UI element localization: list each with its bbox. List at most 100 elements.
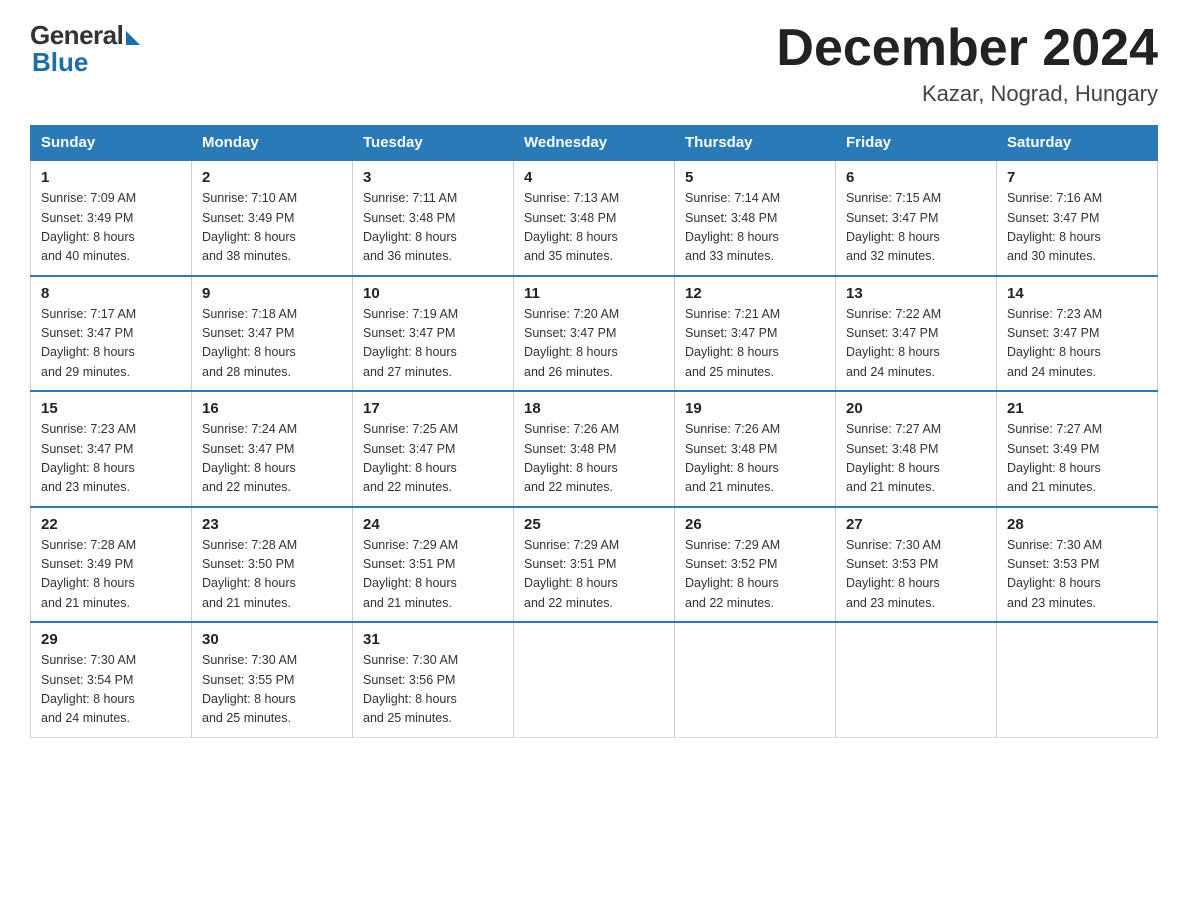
calendar-cell: 13 Sunrise: 7:22 AMSunset: 3:47 PMDayligh… (836, 276, 997, 392)
day-number: 23 (202, 516, 342, 533)
day-number: 7 (1007, 169, 1147, 186)
day-info: Sunrise: 7:26 AMSunset: 3:48 PMDaylight:… (524, 420, 664, 498)
day-number: 12 (685, 285, 825, 302)
weekday-header-saturday: Saturday (997, 126, 1158, 161)
day-info: Sunrise: 7:16 AMSunset: 3:47 PMDaylight:… (1007, 189, 1147, 267)
day-info: Sunrise: 7:23 AMSunset: 3:47 PMDaylight:… (41, 420, 181, 498)
weekday-header-row: SundayMondayTuesdayWednesdayThursdayFrid… (31, 126, 1158, 161)
day-number: 5 (685, 169, 825, 186)
day-info: Sunrise: 7:24 AMSunset: 3:47 PMDaylight:… (202, 420, 342, 498)
calendar-header: SundayMondayTuesdayWednesdayThursdayFrid… (31, 126, 1158, 161)
day-info: Sunrise: 7:23 AMSunset: 3:47 PMDaylight:… (1007, 305, 1147, 383)
day-number: 8 (41, 285, 181, 302)
calendar-cell: 23 Sunrise: 7:28 AMSunset: 3:50 PMDayligh… (192, 507, 353, 623)
day-number: 11 (524, 285, 664, 302)
day-number: 9 (202, 285, 342, 302)
day-number: 16 (202, 400, 342, 417)
day-number: 13 (846, 285, 986, 302)
day-info: Sunrise: 7:09 AMSunset: 3:49 PMDaylight:… (41, 189, 181, 267)
day-info: Sunrise: 7:30 AMSunset: 3:53 PMDaylight:… (846, 536, 986, 614)
day-info: Sunrise: 7:27 AMSunset: 3:48 PMDaylight:… (846, 420, 986, 498)
day-number: 3 (363, 169, 503, 186)
calendar-week-row: 15 Sunrise: 7:23 AMSunset: 3:47 PMDayligh… (31, 391, 1158, 507)
day-number: 28 (1007, 516, 1147, 533)
weekday-header-monday: Monday (192, 126, 353, 161)
calendar-cell: 3 Sunrise: 7:11 AMSunset: 3:48 PMDaylight… (353, 160, 514, 276)
logo-triangle-icon (126, 31, 140, 45)
calendar-cell: 11 Sunrise: 7:20 AMSunset: 3:47 PMDayligh… (514, 276, 675, 392)
calendar-table: SundayMondayTuesdayWednesdayThursdayFrid… (30, 125, 1158, 738)
day-info: Sunrise: 7:28 AMSunset: 3:49 PMDaylight:… (41, 536, 181, 614)
day-info: Sunrise: 7:15 AMSunset: 3:47 PMDaylight:… (846, 189, 986, 267)
calendar-week-row: 22 Sunrise: 7:28 AMSunset: 3:49 PMDayligh… (31, 507, 1158, 623)
weekday-header-tuesday: Tuesday (353, 126, 514, 161)
weekday-header-friday: Friday (836, 126, 997, 161)
day-info: Sunrise: 7:29 AMSunset: 3:51 PMDaylight:… (524, 536, 664, 614)
day-number: 14 (1007, 285, 1147, 302)
day-info: Sunrise: 7:20 AMSunset: 3:47 PMDaylight:… (524, 305, 664, 383)
calendar-cell: 6Sunrise: 7:15 AMSunset: 3:47 PMDaylight… (836, 160, 997, 276)
calendar-cell: 14 Sunrise: 7:23 AMSunset: 3:47 PMDayligh… (997, 276, 1158, 392)
day-info: Sunrise: 7:25 AMSunset: 3:47 PMDaylight:… (363, 420, 503, 498)
day-number: 25 (524, 516, 664, 533)
day-number: 24 (363, 516, 503, 533)
day-info: Sunrise: 7:13 AMSunset: 3:48 PMDaylight:… (524, 189, 664, 267)
weekday-header-wednesday: Wednesday (514, 126, 675, 161)
calendar-cell: 25 Sunrise: 7:29 AMSunset: 3:51 PMDayligh… (514, 507, 675, 623)
day-info: Sunrise: 7:27 AMSunset: 3:49 PMDaylight:… (1007, 420, 1147, 498)
calendar-cell: 21 Sunrise: 7:27 AMSunset: 3:49 PMDayligh… (997, 391, 1158, 507)
calendar-cell: 12 Sunrise: 7:21 AMSunset: 3:47 PMDayligh… (675, 276, 836, 392)
calendar-cell (514, 622, 675, 737)
calendar-cell: 27 Sunrise: 7:30 AMSunset: 3:53 PMDayligh… (836, 507, 997, 623)
day-number: 19 (685, 400, 825, 417)
day-number: 1 (41, 169, 181, 186)
calendar-cell: 18 Sunrise: 7:26 AMSunset: 3:48 PMDayligh… (514, 391, 675, 507)
calendar-body: 1 Sunrise: 7:09 AMSunset: 3:49 PMDaylight… (31, 160, 1158, 737)
calendar-cell: 28 Sunrise: 7:30 AMSunset: 3:53 PMDayligh… (997, 507, 1158, 623)
day-number: 21 (1007, 400, 1147, 417)
calendar-cell: 22 Sunrise: 7:28 AMSunset: 3:49 PMDayligh… (31, 507, 192, 623)
calendar-cell: 8 Sunrise: 7:17 AMSunset: 3:47 PMDaylight… (31, 276, 192, 392)
day-info: Sunrise: 7:14 AMSunset: 3:48 PMDaylight:… (685, 189, 825, 267)
day-info: Sunrise: 7:30 AMSunset: 3:53 PMDaylight:… (1007, 536, 1147, 614)
day-number: 2 (202, 169, 342, 186)
day-info: Sunrise: 7:29 AMSunset: 3:52 PMDaylight:… (685, 536, 825, 614)
day-number: 20 (846, 400, 986, 417)
day-info: Sunrise: 7:30 AMSunset: 3:55 PMDaylight:… (202, 651, 342, 729)
calendar-cell: 20 Sunrise: 7:27 AMSunset: 3:48 PMDayligh… (836, 391, 997, 507)
day-number: 22 (41, 516, 181, 533)
page-header: General Blue December 2024 Kazar, Nograd… (30, 20, 1158, 107)
day-number: 10 (363, 285, 503, 302)
location-text: Kazar, Nograd, Hungary (776, 81, 1158, 107)
calendar-cell: 1 Sunrise: 7:09 AMSunset: 3:49 PMDaylight… (31, 160, 192, 276)
calendar-cell: 30Sunrise: 7:30 AMSunset: 3:55 PMDayligh… (192, 622, 353, 737)
month-title: December 2024 (776, 20, 1158, 77)
title-area: December 2024 Kazar, Nograd, Hungary (776, 20, 1158, 107)
day-info: Sunrise: 7:10 AMSunset: 3:49 PMDaylight:… (202, 189, 342, 267)
calendar-cell (997, 622, 1158, 737)
calendar-cell (675, 622, 836, 737)
calendar-cell: 26 Sunrise: 7:29 AMSunset: 3:52 PMDayligh… (675, 507, 836, 623)
day-number: 17 (363, 400, 503, 417)
calendar-cell: 7 Sunrise: 7:16 AMSunset: 3:47 PMDaylight… (997, 160, 1158, 276)
day-number: 18 (524, 400, 664, 417)
day-info: Sunrise: 7:19 AMSunset: 3:47 PMDaylight:… (363, 305, 503, 383)
day-number: 26 (685, 516, 825, 533)
day-info: Sunrise: 7:21 AMSunset: 3:47 PMDaylight:… (685, 305, 825, 383)
day-number: 29 (41, 631, 181, 648)
calendar-cell: 19Sunrise: 7:26 AMSunset: 3:48 PMDayligh… (675, 391, 836, 507)
calendar-week-row: 1 Sunrise: 7:09 AMSunset: 3:49 PMDaylight… (31, 160, 1158, 276)
day-number: 27 (846, 516, 986, 533)
weekday-header-sunday: Sunday (31, 126, 192, 161)
day-info: Sunrise: 7:22 AMSunset: 3:47 PMDaylight:… (846, 305, 986, 383)
day-info: Sunrise: 7:11 AMSunset: 3:48 PMDaylight:… (363, 189, 503, 267)
day-number: 4 (524, 169, 664, 186)
weekday-header-thursday: Thursday (675, 126, 836, 161)
day-number: 15 (41, 400, 181, 417)
calendar-week-row: 29Sunrise: 7:30 AMSunset: 3:54 PMDayligh… (31, 622, 1158, 737)
day-info: Sunrise: 7:28 AMSunset: 3:50 PMDaylight:… (202, 536, 342, 614)
day-info: Sunrise: 7:17 AMSunset: 3:47 PMDaylight:… (41, 305, 181, 383)
calendar-cell: 17 Sunrise: 7:25 AMSunset: 3:47 PMDayligh… (353, 391, 514, 507)
day-number: 31 (363, 631, 503, 648)
calendar-cell: 15 Sunrise: 7:23 AMSunset: 3:47 PMDayligh… (31, 391, 192, 507)
